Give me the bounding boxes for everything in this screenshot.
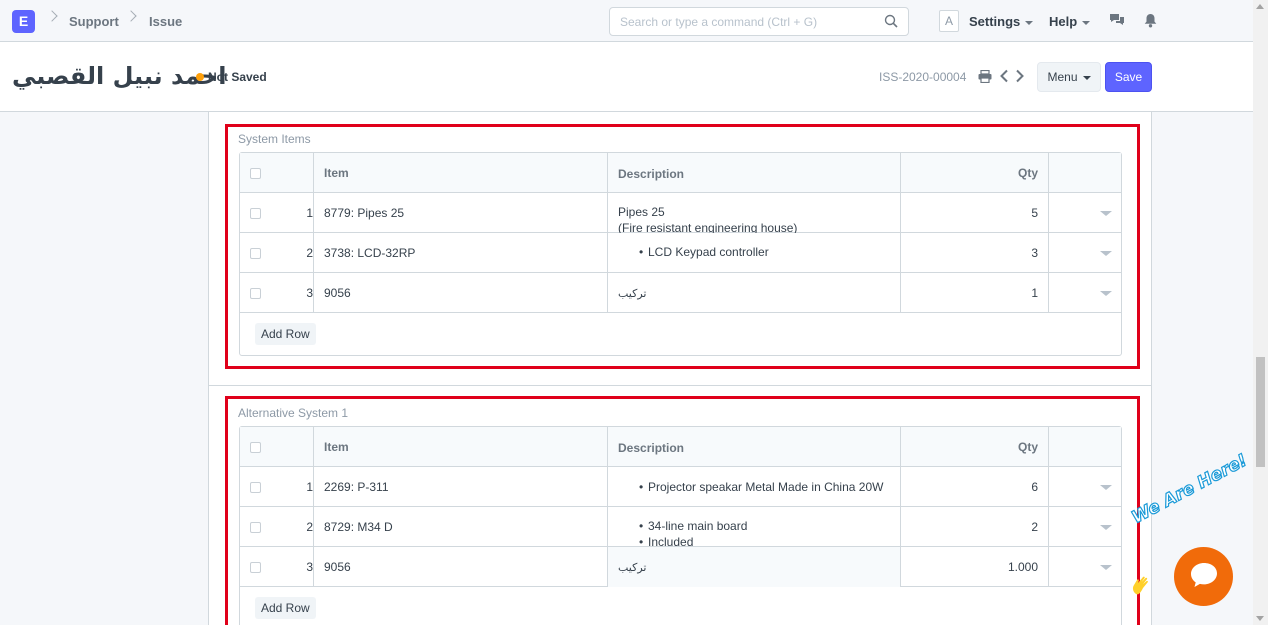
form-body: System Items Item Description Qty 1 8779… bbox=[208, 112, 1152, 625]
app-logo[interactable]: E bbox=[12, 10, 35, 33]
scroll-down-arrow-icon[interactable] bbox=[1256, 616, 1264, 621]
help-label: Help bbox=[1049, 14, 1078, 29]
print-icon[interactable] bbox=[978, 70, 992, 83]
waving-hand-icon bbox=[1132, 576, 1148, 595]
chat-bubble-icon bbox=[1191, 563, 1217, 587]
page-head: احمد نبيل القصبي Not Saved ISS-2020-0000… bbox=[0, 42, 1253, 112]
status-indicator-dot bbox=[196, 73, 204, 81]
chevron-right-icon[interactable] bbox=[1015, 69, 1025, 83]
chevron-right-icon bbox=[125, 10, 137, 22]
search-icon[interactable] bbox=[884, 14, 898, 28]
chevron-left-icon[interactable] bbox=[999, 69, 1009, 83]
avatar[interactable]: A bbox=[939, 10, 959, 32]
breadcrumb-issue[interactable]: Issue bbox=[149, 14, 182, 29]
section-divider bbox=[209, 385, 1151, 386]
navbar: E Support Issue A Settings Help bbox=[0, 0, 1253, 42]
settings-dropdown[interactable]: Settings bbox=[969, 14, 1034, 29]
chevron-right-icon bbox=[46, 10, 58, 22]
search-input[interactable] bbox=[610, 8, 875, 35]
highlight-box bbox=[225, 396, 1140, 625]
document-id: ISS-2020-00004 bbox=[879, 70, 967, 84]
bell-icon[interactable] bbox=[1144, 13, 1157, 28]
chat-launcher-button[interactable] bbox=[1174, 547, 1233, 606]
scrollbar[interactable] bbox=[1253, 0, 1268, 625]
help-dropdown[interactable]: Help bbox=[1049, 14, 1091, 29]
caret-down-icon bbox=[1082, 75, 1091, 80]
scroll-up-arrow-icon[interactable] bbox=[1256, 4, 1264, 9]
chat-icon[interactable] bbox=[1109, 13, 1125, 27]
settings-label: Settings bbox=[969, 14, 1021, 29]
highlight-box bbox=[225, 124, 1140, 369]
breadcrumb-support[interactable]: Support bbox=[69, 14, 119, 29]
scrollbar-thumb[interactable] bbox=[1256, 357, 1265, 467]
caret-down-icon bbox=[1082, 20, 1091, 25]
status-badge: Not Saved bbox=[208, 70, 267, 84]
menu-button-label: Menu bbox=[1047, 70, 1078, 84]
menu-button[interactable]: Menu bbox=[1037, 62, 1101, 92]
save-button[interactable]: Save bbox=[1105, 62, 1152, 92]
search-bar bbox=[609, 7, 909, 36]
page-title: احمد نبيل القصبي bbox=[12, 62, 227, 90]
caret-down-icon bbox=[1025, 20, 1034, 25]
